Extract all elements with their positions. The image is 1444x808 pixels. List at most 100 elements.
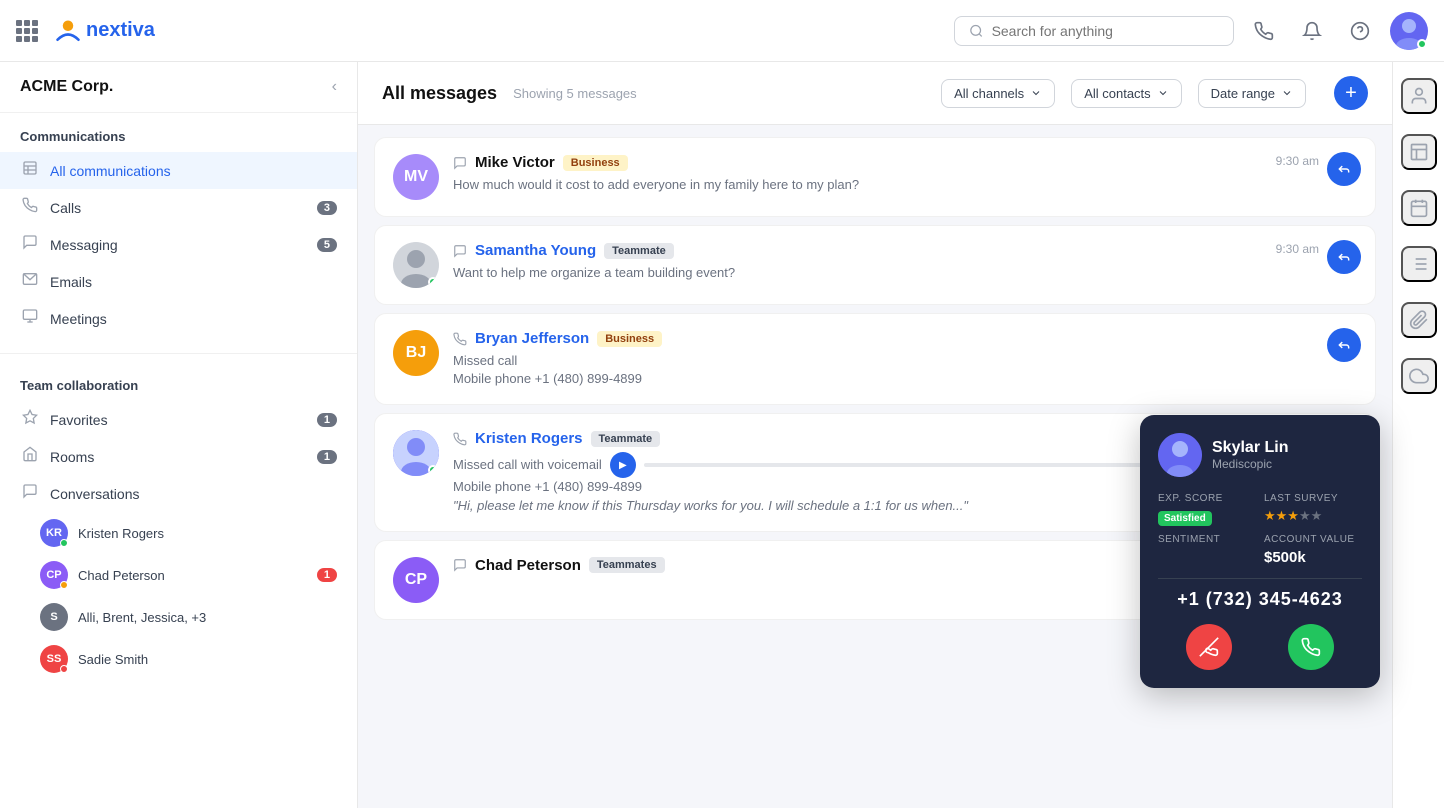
answer-call-icon (1301, 637, 1321, 657)
logo[interactable]: nextiva (54, 17, 155, 45)
phone-icon-kristen (453, 432, 467, 446)
channels-chevron-icon (1030, 87, 1042, 99)
sidebar-item-meetings[interactable]: Meetings (0, 300, 357, 337)
conv-label-chad: Chad Peterson (78, 568, 307, 583)
text-samantha-young: Want to help me organize a team building… (453, 264, 1357, 282)
reply-button-mike-victor[interactable] (1327, 152, 1361, 186)
popup-avatar (1158, 433, 1202, 477)
sidebar-item-messaging[interactable]: Messaging 5 (0, 226, 357, 263)
grid-icon[interactable] (16, 20, 38, 42)
add-button[interactable]: + (1334, 76, 1368, 110)
online-dot-samantha (428, 277, 438, 287)
phone-button[interactable] (1246, 13, 1282, 49)
messages-header: All messages Showing 5 messages All chan… (358, 62, 1392, 125)
search-bar[interactable] (954, 16, 1234, 46)
conversation-item-alli[interactable]: S Alli, Brent, Jessica, +3 (0, 596, 357, 638)
date-filter[interactable]: Date range (1198, 79, 1306, 108)
popup-user-info: Skylar Lin Mediscopic (1212, 439, 1288, 471)
contacts-chevron-icon (1157, 87, 1169, 99)
rooms-badge: 1 (317, 450, 337, 464)
contacts-filter[interactable]: All contacts (1071, 79, 1181, 108)
search-input[interactable] (992, 23, 1219, 39)
answer-call-button[interactable] (1288, 624, 1334, 670)
time-samantha: 9:30 am (1276, 242, 1319, 256)
conversation-item-chad[interactable]: CP Chad Peterson 1 (0, 554, 357, 596)
avatar-bryan-jefferson: BJ (393, 330, 439, 376)
conversation-item-sadie[interactable]: SS Sadie Smith (0, 638, 357, 680)
sidebar-item-favorites[interactable]: Favorites 1 (0, 401, 357, 438)
calendar-icon (1409, 198, 1429, 218)
calls-icon (20, 197, 40, 218)
reply-icon-samantha (1337, 250, 1351, 264)
popup-phone: +1 (732) 345-4623 (1158, 589, 1362, 610)
conv-dot-sadie (60, 665, 68, 673)
help-button[interactable] (1342, 13, 1378, 49)
notifications-button[interactable] (1294, 13, 1330, 49)
message-card-mike-victor[interactable]: MV Mike Victor Business How much would i… (374, 137, 1376, 217)
text2-bryan: Mobile phone +1 (480) 899-4899 (453, 370, 1357, 388)
channels-filter[interactable]: All channels (941, 79, 1055, 108)
popup-actions (1158, 624, 1362, 670)
favorites-badge: 1 (317, 413, 337, 427)
cloud-icon-button[interactable] (1401, 358, 1437, 394)
person-icon (1409, 86, 1429, 106)
reply-button-samantha[interactable] (1327, 240, 1361, 274)
conv-avatar-sadie: SS (40, 645, 68, 673)
calls-badge: 3 (317, 201, 337, 215)
name-chad-peterson: Chad Peterson (475, 557, 581, 574)
account-value: $500k (1264, 549, 1362, 566)
exp-score-value: Satisfied (1158, 511, 1212, 526)
user-avatar[interactable] (1390, 12, 1428, 50)
top-nav: nextiva (0, 0, 1444, 62)
reply-button-bryan[interactable] (1327, 328, 1361, 362)
reply-icon (1337, 162, 1351, 176)
name-kristen-rogers: Kristen Rogers (475, 430, 583, 447)
message-card-bryan-jefferson[interactable]: BJ Bryan Jefferson Business Missed call … (374, 313, 1376, 405)
list-icon-button[interactable] (1401, 246, 1437, 282)
name-mike-victor: Mike Victor (475, 154, 555, 171)
paperclip-icon-button[interactable] (1401, 302, 1437, 338)
end-call-button[interactable] (1186, 624, 1232, 670)
call-popup: Skylar Lin Mediscopic EXP. SCORE Satisfi… (1140, 415, 1380, 688)
conversations-label: Conversations (50, 486, 337, 502)
conv-label-kristen: Kristen Rogers (78, 526, 164, 541)
building-icon-button[interactable] (1401, 134, 1437, 170)
sidebar-item-calls[interactable]: Calls 3 (0, 189, 357, 226)
end-call-icon (1199, 637, 1219, 657)
phone-icon-bryan (453, 332, 467, 346)
messaging-label: Messaging (50, 237, 307, 253)
exp-score-block: EXP. SCORE Satisfied (1158, 493, 1256, 526)
popup-stats: EXP. SCORE Satisfied LAST SURVEY ★★★★★ S… (1158, 493, 1362, 566)
search-icon (969, 23, 984, 39)
cloud-icon (1409, 366, 1429, 386)
msg-body-bryan: Bryan Jefferson Business Missed call Mob… (453, 330, 1357, 388)
chat-icon-chad (453, 558, 467, 572)
company-name: ACME Corp. (20, 78, 113, 96)
sidebar-item-emails[interactable]: Emails (0, 263, 357, 300)
text-bryan: Missed call (453, 352, 1357, 370)
favorites-icon (20, 409, 40, 430)
calendar-icon-button[interactable] (1401, 190, 1437, 226)
account-value-block: ACCOUNT VALUE $500k (1264, 534, 1362, 566)
building-icon (1409, 142, 1429, 162)
all-comms-label: All communications (50, 163, 337, 179)
person-icon-button[interactable] (1401, 78, 1437, 114)
popup-user-row: Skylar Lin Mediscopic (1158, 433, 1362, 477)
message-card-samantha-young[interactable]: Samantha Young Teammate Want to help me … (374, 225, 1376, 305)
sidebar-item-conversations[interactable]: Conversations (0, 475, 357, 512)
conversation-item-kristen[interactable]: KR Kristen Rogers (0, 512, 357, 554)
sidebar-item-all-communications[interactable]: All communications (0, 152, 357, 189)
conv-badge-chad: 1 (317, 568, 337, 582)
channels-label: All channels (954, 86, 1024, 101)
popup-divider (1158, 578, 1362, 579)
sidebar-item-rooms[interactable]: Rooms 1 (0, 438, 357, 475)
rooms-label: Rooms (50, 449, 307, 465)
tag-chad-peterson: Teammates (589, 557, 665, 573)
last-survey-label: LAST SURVEY (1264, 493, 1362, 504)
collapse-button[interactable]: ‹ (332, 78, 337, 96)
conv-dot-chad (60, 581, 68, 589)
calls-label: Calls (50, 200, 307, 216)
conv-avatar-chad: CP (40, 561, 68, 589)
play-button-kristen[interactable]: ▶ (610, 452, 636, 478)
msg-body-mike-victor: Mike Victor Business How much would it c… (453, 154, 1357, 194)
